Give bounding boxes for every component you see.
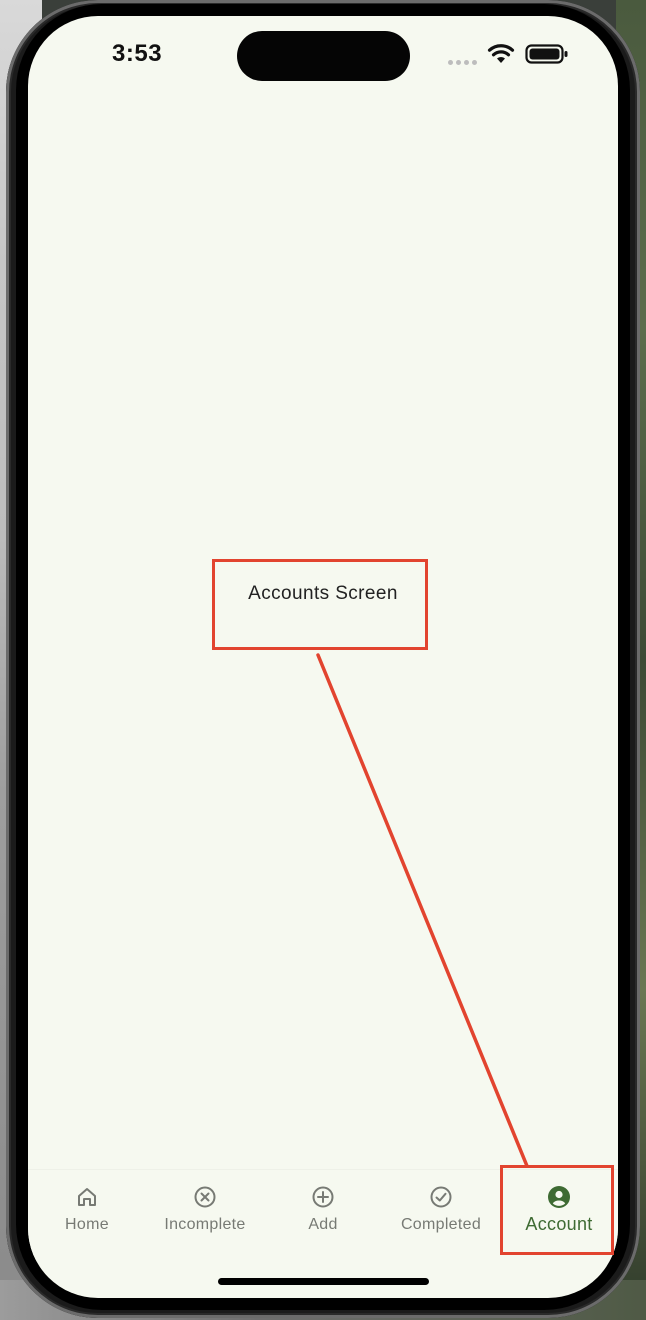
tab-home-label: Home: [65, 1216, 109, 1233]
tab-home[interactable]: Home: [28, 1184, 146, 1234]
tab-completed-label: Completed: [400, 1216, 482, 1233]
annotation-box-screen-title: [212, 559, 428, 650]
annotation-box-account-tab: [500, 1165, 614, 1255]
status-time: 3:53: [112, 40, 163, 67]
home-icon: [78, 1188, 96, 1206]
tab-incomplete[interactable]: Incomplete: [146, 1184, 264, 1234]
circle-check-icon: [430, 1186, 452, 1208]
cellular-signal-icon: [448, 58, 480, 66]
tab-completed[interactable]: Completed: [382, 1184, 500, 1234]
tab-add-label: Add: [308, 1216, 338, 1233]
dynamic-island: [237, 31, 410, 81]
circle-x-icon: [194, 1186, 216, 1208]
wifi-icon: [487, 44, 515, 63]
app-screen: 3:53 Accounts Screen Home Incomplete Add…: [28, 16, 618, 1298]
circle-plus-icon: [312, 1186, 334, 1208]
tab-incomplete-label: Incomplete: [164, 1216, 246, 1233]
home-indicator[interactable]: [218, 1278, 429, 1285]
battery-icon: [525, 44, 568, 64]
tab-add[interactable]: Add: [264, 1184, 382, 1234]
